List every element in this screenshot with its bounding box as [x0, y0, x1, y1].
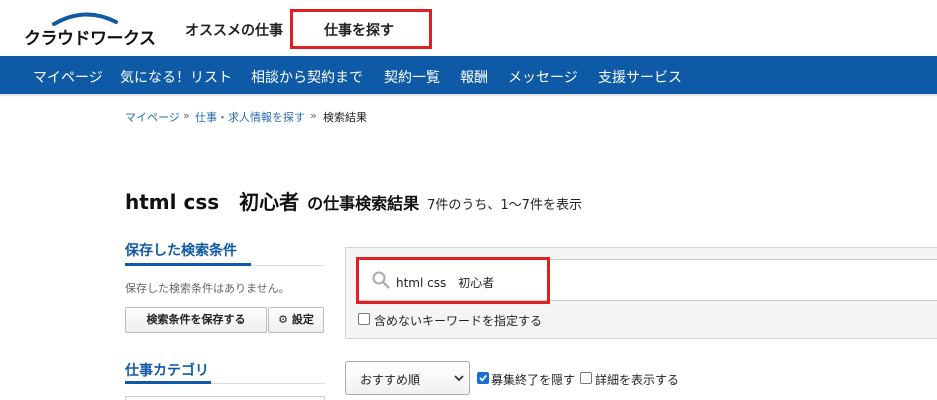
- nav-item-contracts[interactable]: 契約一覧: [384, 67, 440, 87]
- breadcrumb-mypage[interactable]: マイページ: [125, 109, 180, 125]
- sort-select-value: おすすめ順: [360, 373, 421, 387]
- chevron-down-icon: [454, 375, 464, 382]
- checkmark-icon: [479, 374, 487, 382]
- header-link-recommended[interactable]: オススメの仕事: [185, 20, 283, 40]
- settings-button[interactable]: ⚙ 設定: [268, 307, 324, 333]
- highlight-box-find-jobs: [290, 9, 432, 49]
- site-logo[interactable]: クラウドワークス: [24, 8, 156, 49]
- heading-underline: [125, 381, 211, 384]
- search-result-suffix: の仕事検索結果: [307, 194, 420, 213]
- save-conditions-label: 検索条件を保存する: [146, 313, 246, 326]
- nav-item-rewards[interactable]: 報酬: [460, 67, 488, 87]
- nav-item-mypage[interactable]: マイページ: [33, 67, 103, 87]
- nav-item-messages[interactable]: メッセージ: [508, 67, 578, 87]
- result-count: 7件のうち、1〜7件を表示: [427, 198, 582, 213]
- heading-underline: [125, 263, 251, 266]
- nav-item-support[interactable]: 支援サービス: [598, 67, 682, 87]
- search-query-title: html css 初心者: [125, 190, 300, 214]
- hide-closed-label[interactable]: 募集終了を隠す: [491, 371, 575, 388]
- highlight-box-search: [356, 257, 550, 304]
- site-header: クラウドワークス オススメの仕事 仕事を探す: [0, 0, 937, 56]
- category-list: [125, 396, 325, 400]
- exclude-keywords-label[interactable]: 含めないキーワードを指定する: [374, 312, 542, 329]
- main-nav: マイページ 気になる！リスト 相談から契約まで 契約一覧 報酬 メッセージ 支援…: [0, 56, 937, 94]
- show-detail-label[interactable]: 詳細を表示する: [595, 371, 679, 388]
- breadcrumb-separator: »: [310, 109, 317, 122]
- settings-label: 設定: [291, 313, 314, 326]
- breadcrumb-current: 検索結果: [323, 111, 367, 124]
- save-conditions-button[interactable]: 検索条件を保存する: [125, 307, 267, 333]
- category-heading: 仕事カテゴリ: [125, 363, 209, 379]
- saved-conditions-empty: 保存した検索条件はありません。: [125, 282, 290, 295]
- page-title: html css 初心者 の仕事検索結果 7件のうち、1〜7件を表示: [125, 186, 582, 215]
- saved-conditions-heading: 保存した検索条件: [125, 243, 237, 259]
- hide-closed-checkbox[interactable]: [477, 372, 489, 384]
- nav-shadow: [0, 94, 937, 97]
- nav-item-consult[interactable]: 相談から契約まで: [251, 67, 363, 87]
- breadcrumb-search-jobs[interactable]: 仕事・求人情報を探す: [195, 109, 305, 125]
- nav-item-favorites[interactable]: 気になる！リスト: [120, 67, 232, 87]
- breadcrumb-separator: »: [183, 109, 190, 122]
- logo-text: クラウドワークス: [24, 29, 156, 49]
- gear-icon: ⚙: [278, 313, 289, 326]
- show-detail-checkbox[interactable]: [580, 372, 592, 384]
- exclude-keywords-checkbox[interactable]: [358, 313, 370, 325]
